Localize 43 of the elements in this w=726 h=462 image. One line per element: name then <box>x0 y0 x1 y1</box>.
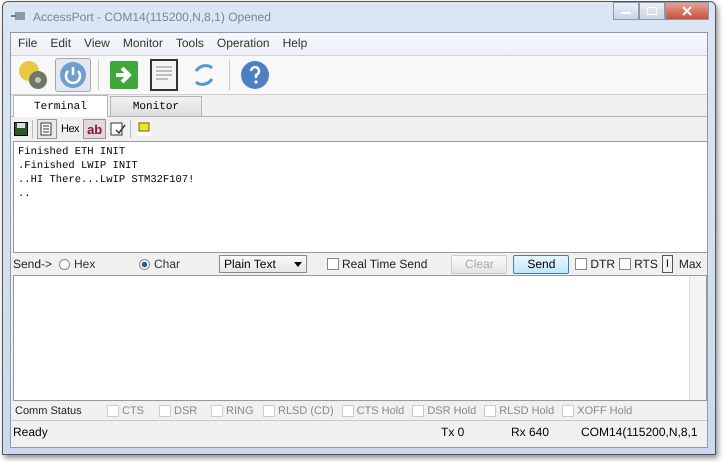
close-button[interactable] <box>665 2 709 20</box>
format-dropdown[interactable]: Plain Text <box>219 255 307 273</box>
terminal-line: Finished ETH INIT <box>18 145 126 159</box>
maximize-button[interactable] <box>639 2 665 20</box>
send-label: Send-> <box>13 257 54 271</box>
tab[interactable]: Terminal <box>13 95 108 117</box>
send-input-field[interactable] <box>13 275 707 401</box>
menu-item[interactable]: Edit <box>50 36 72 52</box>
tx-count: Tx 0 <box>441 425 466 439</box>
toggle-button[interactable]: I <box>662 255 673 273</box>
checkbox-option[interactable]: RTS <box>619 257 658 271</box>
terminal-line: ..HI There...LwIP STM32F107! <box>18 173 196 187</box>
checkbox-option[interactable]: DTR <box>575 257 616 271</box>
power-button[interactable] <box>55 58 91 92</box>
send-button[interactable]: Send <box>513 254 570 274</box>
menu-item[interactable]: View <box>84 36 110 52</box>
terminal-line: .. <box>18 187 32 201</box>
max-label: Max <box>678 257 702 271</box>
minimize-button[interactable] <box>613 2 639 20</box>
menu-item[interactable]: Monitor <box>122 36 163 52</box>
save-icon[interactable] <box>14 122 28 136</box>
caret-icon <box>294 262 302 266</box>
comm-status-label: Comm Status <box>15 404 83 416</box>
port-settings: COM14(115200,N,8,1 <box>581 425 698 439</box>
status-text: Ready <box>13 425 49 439</box>
radio-option[interactable]: Char <box>139 257 219 271</box>
maximize-icon <box>647 7 657 15</box>
text-mode-button[interactable]: ab <box>83 119 106 139</box>
scrollbar[interactable] <box>689 276 706 400</box>
menu-item[interactable]: Tools <box>176 36 204 52</box>
edit-icon[interactable] <box>110 121 126 137</box>
rx-count: Rx 640 <box>511 425 550 439</box>
tab[interactable]: Monitor <box>110 96 202 116</box>
hex-label[interactable]: Hex <box>61 123 80 135</box>
list-icon[interactable] <box>37 119 57 139</box>
radio-option[interactable]: Hex <box>59 257 139 271</box>
menu-item[interactable]: Help <box>282 36 308 52</box>
checkbox-option[interactable]: Real Time Send <box>327 257 428 271</box>
window-title: AccessPort - COM14(115200,N,8,1) Opened <box>33 10 271 24</box>
terminal-line: .Finished LWIP INIT <box>18 159 139 173</box>
close-icon <box>682 6 692 16</box>
menu-item[interactable]: File <box>18 36 38 52</box>
menu-item[interactable]: Operation <box>216 36 270 52</box>
